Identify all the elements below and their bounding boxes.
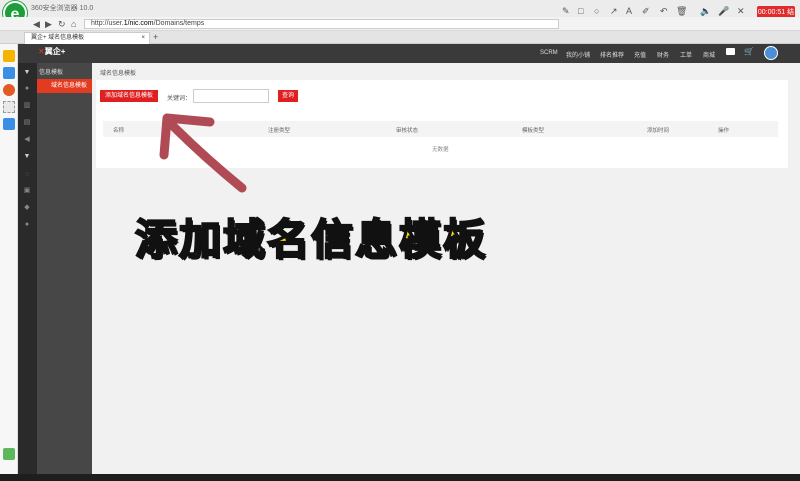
forward-icon[interactable]: ▶ [45,19,52,29]
close-icon[interactable]: ✕ [737,6,745,16]
speaker-icon[interactable]: 🔈 [700,6,711,16]
trash-bin-icon[interactable] [3,448,15,460]
menu-item-search-icon[interactable]: ◌ [22,170,32,180]
nav-ranking[interactable]: 排名推荐 [600,50,624,59]
nav-mall[interactable]: 商城 [703,50,715,59]
search-button[interactable]: 查询 [278,90,298,102]
apps-icon[interactable] [3,67,15,79]
new-tab-icon[interactable]: + [153,32,158,42]
menu-item-shop-icon[interactable]: ▥ [22,101,32,111]
trash-icon[interactable]: 🗑 [676,6,687,16]
nav-my-shop[interactable]: 我的小铺 [566,50,590,59]
collapse-icon-2[interactable]: ▼ [22,152,32,162]
col-review-status: 审核状态 [396,128,419,134]
annotation-arrow [159,113,247,193]
col-actions: 操作 [718,128,730,134]
avatar[interactable] [764,46,778,60]
url-path: /Domains/temps [153,20,205,27]
nav-ticket[interactable]: 工单 [680,50,692,59]
square-icon[interactable]: □ [578,6,583,16]
submenu-item-domain-template[interactable]: 域名信息模板 [37,79,92,93]
browser-tab[interactable]: 翼企+ 域名信息模板 × [24,32,150,44]
pen-icon[interactable]: ✎ [562,6,570,16]
marker-icon[interactable]: ✐ [642,6,650,16]
message-icon[interactable] [726,48,735,55]
menu-item-drop-icon[interactable]: ◆ [22,203,32,213]
menu-item-chat-icon[interactable]: ● [22,220,32,230]
status-bar [0,474,800,481]
app-submenu [37,63,92,474]
address-bar[interactable]: http://user.1/nic.com/Domains/temps [84,19,559,29]
refresh-icon[interactable]: ↻ [58,19,66,29]
arrow-shaft [167,120,247,193]
collapse-icon[interactable]: ▼ [22,68,32,78]
screen: e 360安全浏览器 10.0 ✎ □ ○ ↗ A ✐ ↶ 🗑 🔈 🎤 ✕ 00… [0,0,800,481]
app-logo[interactable]: ✕翼企+ [38,46,65,57]
menu-item-home-icon[interactable]: ● [22,84,32,94]
col-name: 名称 [113,128,125,134]
cart-icon[interactable]: 🛒 [744,47,754,56]
col-added-time: 添加时间 [647,128,670,134]
nav-scrm[interactable]: SCRM [540,50,558,56]
menu-item-lock-icon[interactable]: ▣ [22,186,32,196]
mic-icon[interactable]: 🎤 [718,6,729,16]
text-tool-icon[interactable]: A [626,6,632,16]
tab-label: 翼企+ 域名信息模板 [31,35,85,41]
back-icon[interactable]: ◀ [33,19,40,29]
empty-state: 无数据 [432,147,449,153]
menu-item-chart-icon[interactable]: ▤ [22,118,32,128]
logo-mark-icon: ✕ [38,47,45,56]
tab-close-icon[interactable]: × [141,33,149,44]
url-domain: 1/nic.com [123,20,154,27]
menu-item-megaphone-icon[interactable]: ◀ [22,135,32,145]
weibo-icon[interactable] [3,84,15,96]
page-title: 域名信息模板 [100,71,137,77]
screenshot-icon[interactable] [3,101,15,113]
col-template-type: 模板类型 [522,128,545,134]
browser-title: 360安全浏览器 10.0 [31,5,94,12]
circle-icon[interactable]: ○ [594,6,599,16]
nav-recharge[interactable]: 充值 [634,50,646,59]
undo-icon[interactable]: ↶ [660,6,668,16]
arrow-tool-icon[interactable]: ↗ [610,6,618,16]
notes-icon[interactable] [3,118,15,130]
url-prefix: http://user. [91,20,124,27]
home-icon[interactable]: ⌂ [71,19,76,29]
annotation-caption: 添加域名信息模板 [134,215,488,264]
favorites-icon[interactable] [3,50,15,62]
app-logo-text: 翼企+ [44,47,66,56]
submenu-section-title[interactable]: 信息模板 [39,67,63,76]
nav-finance[interactable]: 财务 [657,50,669,59]
col-register-type: 注册类型 [268,128,291,134]
